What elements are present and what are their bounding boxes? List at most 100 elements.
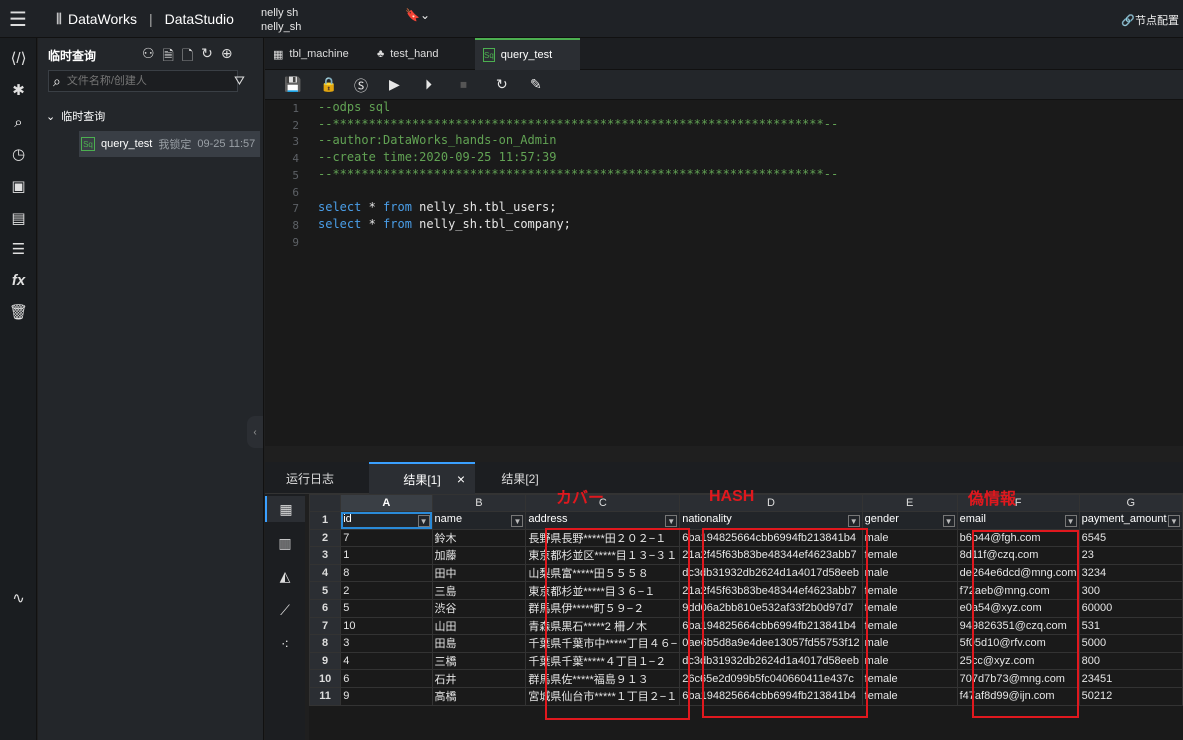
close-icon[interactable]: × — [457, 471, 465, 487]
format-icon[interactable]: ✎ — [530, 76, 542, 93]
collapse-panel-button[interactable]: ‹ — [247, 416, 263, 448]
table-cell[interactable]: b6b44@fgh.com — [956, 528, 1080, 548]
table-cell[interactable]: 707d7b73@mng.com — [956, 669, 1080, 688]
table-cell[interactable]: 石井 — [431, 669, 527, 688]
cost-estimate-icon[interactable]: Ⓢ — [354, 76, 368, 96]
filter-icon[interactable]: ⛛ — [234, 73, 245, 89]
table-cell[interactable]: 山田 — [431, 616, 527, 636]
line-chart-icon[interactable]: ⟋ — [265, 597, 305, 623]
table-cell[interactable]: 23451 — [1078, 669, 1183, 688]
table-cell[interactable]: 10 — [340, 616, 433, 636]
table-cell[interactable]: female — [861, 581, 958, 600]
table-cell[interactable]: male — [861, 634, 958, 653]
row-number[interactable]: 2 — [309, 528, 342, 548]
column-header-nationality[interactable]: nationality ▼ — [679, 511, 863, 530]
refresh-icon[interactable]: ↻ — [201, 45, 213, 69]
table-cell[interactable]: 0ae6b5d8a9e4dee13057fd55753f12 — [679, 634, 863, 653]
table-cell[interactable]: 21a2f45f63b83be48344ef4623abb7 — [679, 581, 863, 600]
filter-dropdown-icon[interactable]: ▼ — [1168, 515, 1180, 528]
table-cell[interactable]: f47af8d99@ijn.com — [956, 686, 1080, 706]
table-cell[interactable]: male — [861, 563, 958, 583]
table-cell[interactable]: 高橋 — [431, 686, 527, 706]
column-header-name[interactable]: name ▼ — [431, 511, 527, 530]
table-cell[interactable]: 8 — [340, 563, 433, 583]
user-icon[interactable]: ⚇ — [142, 45, 155, 69]
tab-result-1[interactable]: 结果[1] × — [369, 462, 475, 494]
row-number[interactable]: 6 — [309, 598, 342, 618]
table-cell[interactable]: de264e6dcd@mng.com — [956, 563, 1080, 583]
tree-item-query-test[interactable]: Sq query_test 我锁定 09-25 11:57 — [79, 131, 260, 157]
bar-chart-icon[interactable]: ▥ — [265, 530, 305, 556]
table-cell[interactable]: 東京都杉並*****目３６−１ — [525, 581, 681, 600]
table-cell[interactable]: 26c65e2d099b5fc040660411e437c — [679, 669, 863, 688]
table-cell[interactable]: 鈴木 — [431, 528, 527, 548]
table-cell[interactable]: 6ba194825664cbb6994fb213841b4 — [679, 686, 863, 706]
locate-icon[interactable]: ⊕ — [221, 45, 233, 69]
table-cell[interactable]: 50212 — [1078, 686, 1183, 706]
tab-result-2[interactable]: 结果[2] — [475, 462, 565, 494]
filter-dropdown-icon[interactable]: ▼ — [942, 515, 955, 528]
table-cell[interactable]: 5000 — [1078, 634, 1183, 653]
table-cell[interactable]: male — [861, 528, 958, 548]
row-number[interactable]: 5 — [309, 581, 342, 600]
table-cell[interactable]: 531 — [1078, 616, 1183, 636]
table-cell[interactable]: 渋谷 — [431, 598, 527, 618]
result-grid[interactable]: ABCDEFG 1 id ▼ name ▼ address ▼ nationality ▼ gen… — [309, 494, 1183, 740]
row-number[interactable]: 1 — [309, 511, 342, 530]
menu-icon[interactable]: ☰ — [0, 0, 36, 38]
table-cell[interactable]: 23 — [1078, 546, 1183, 565]
table-cell[interactable]: 6545 — [1078, 528, 1183, 548]
table-cell[interactable]: female — [861, 546, 958, 565]
table-cell[interactable]: male — [861, 651, 958, 671]
table-cell[interactable]: 60000 — [1078, 598, 1183, 618]
table-cell[interactable]: 長野県長野*****田２０２−１ — [525, 528, 681, 548]
save-icon[interactable]: 💾 — [284, 76, 301, 93]
table-cell[interactable]: 5f05d10@rfv.com — [956, 634, 1080, 653]
row-number[interactable]: 4 — [309, 563, 342, 583]
filter-dropdown-icon[interactable]: ▼ — [511, 515, 524, 528]
column-letter[interactable]: B — [431, 494, 527, 512]
reload-icon[interactable]: ↻ — [496, 76, 508, 93]
table-cell[interactable]: 田中 — [431, 563, 527, 583]
row-number[interactable]: 11 — [309, 686, 342, 706]
workspace-bookmark[interactable]: 🔖⌄ — [405, 8, 430, 22]
tab-tbl-machine[interactable]: ▦ tbl_machine — [265, 38, 369, 70]
table-cell[interactable]: 7 — [340, 528, 433, 548]
function-icon[interactable]: fx — [0, 266, 37, 294]
table-list-icon[interactable]: ▤ — [0, 204, 37, 232]
code-icon[interactable]: ⟨/⟩ — [0, 44, 37, 72]
search-input[interactable] — [66, 75, 217, 87]
run-icon[interactable]: ▶ — [389, 76, 400, 93]
table-cell[interactable]: 25cc@xyz.com — [956, 651, 1080, 671]
table-cell[interactable]: 5 — [340, 598, 433, 618]
table-cell[interactable]: dc3db31932db2624d1a4017d58eeb — [679, 651, 863, 671]
row-number[interactable]: 10 — [309, 669, 342, 688]
tab-query-test[interactable]: Sq query_test — [475, 38, 580, 70]
table-cell[interactable]: 3234 — [1078, 563, 1183, 583]
filter-dropdown-icon[interactable]: ▼ — [665, 515, 678, 528]
table-cell[interactable]: 6ba194825664cbb6994fb213841b4 — [679, 616, 863, 636]
row-number[interactable]: 8 — [309, 634, 342, 653]
table-cell[interactable]: 8d11f@czq.com — [956, 546, 1080, 565]
table-cell[interactable]: 群馬県佐*****福島９１３ — [525, 669, 681, 688]
table-cell[interactable]: 千葉県千葉市中*****丁目４６− — [525, 634, 681, 653]
table-cell[interactable]: 9dd06a2bb810e532af33f2b0d97d7 — [679, 598, 863, 618]
clock-icon[interactable]: ◷ — [0, 140, 37, 168]
filter-dropdown-icon[interactable]: ▼ — [847, 515, 860, 528]
row-number[interactable]: 3 — [309, 546, 342, 565]
table-cell[interactable]: 3 — [340, 634, 433, 653]
table-cell[interactable]: 800 — [1078, 651, 1183, 671]
table-cell[interactable]: 6ba194825664cbb6994fb213841b4 — [679, 528, 863, 548]
node-config-link[interactable]: 🔗节点配置 — [1121, 12, 1179, 28]
table-cell[interactable]: dc3db31932db2624d1a4017d58eeb — [679, 563, 863, 583]
column-letter[interactable]: E — [861, 494, 958, 512]
column-letter[interactable]: G — [1078, 494, 1183, 512]
column-header-email[interactable]: email ▼ — [956, 511, 1080, 530]
table-cell[interactable]: 6 — [340, 669, 433, 688]
column-header-id[interactable]: id ▼ — [340, 511, 433, 530]
table-cell[interactable]: 東京都杉並区*****目１３−３１ — [525, 546, 681, 565]
column-letter[interactable]: A — [340, 494, 433, 512]
filter-dropdown-icon[interactable]: ▼ — [1064, 515, 1077, 528]
column-letter[interactable]: D — [679, 494, 863, 512]
table-cell[interactable]: f72aeb@mng.com — [956, 581, 1080, 600]
